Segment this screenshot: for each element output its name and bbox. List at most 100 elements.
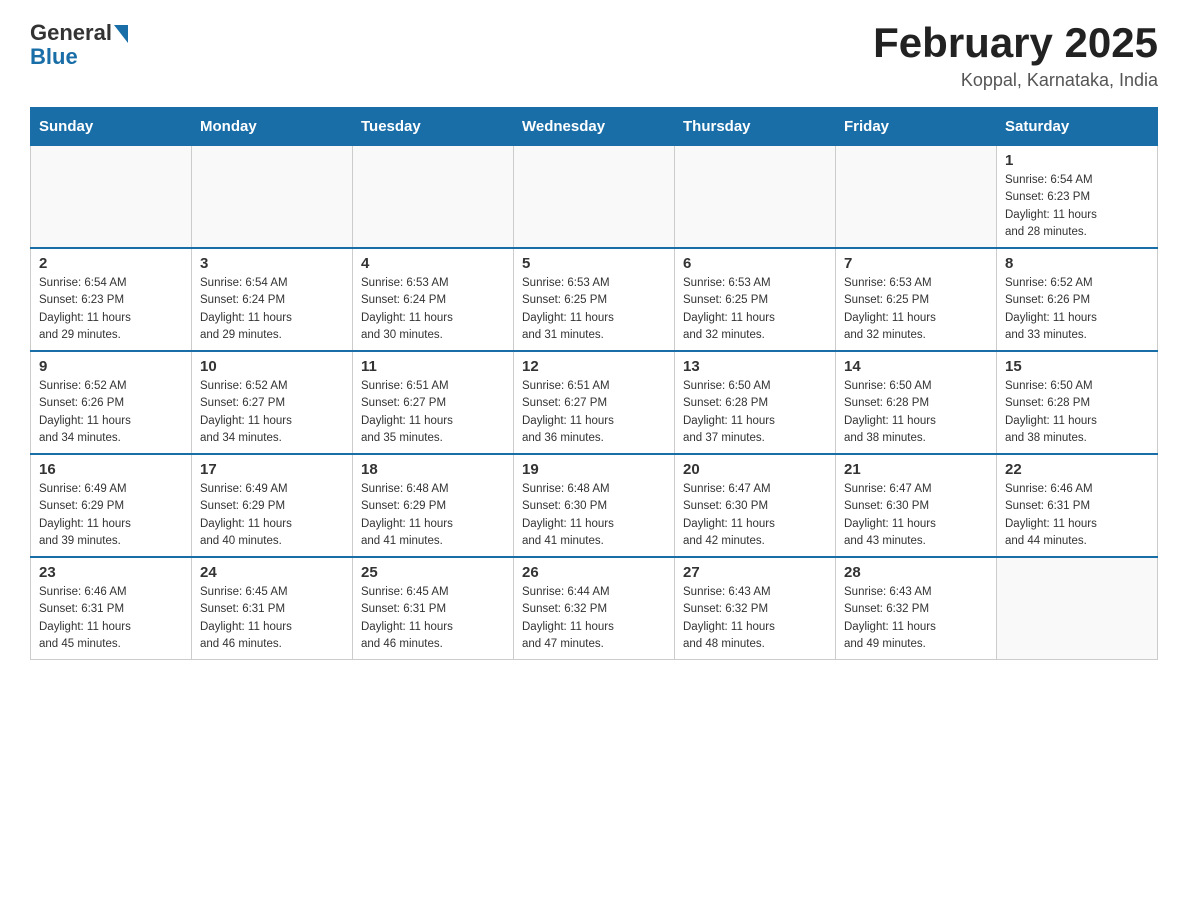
day-cell [514,146,675,249]
week-row-2: 2 Sunrise: 6:54 AM Sunset: 6:23 PM Daylig… [31,248,1158,351]
day-cell [31,146,192,249]
day-number: 20 [683,461,827,478]
day-info: Sunrise: 6:52 AM Sunset: 6:26 PM Dayligh… [39,378,183,447]
day-number: 12 [522,358,666,375]
day-number: 24 [200,564,344,581]
day-info: Sunrise: 6:51 AM Sunset: 6:27 PM Dayligh… [522,378,666,447]
week-row-4: 16Sunrise: 6:49 AM Sunset: 6:29 PM Dayli… [31,454,1158,557]
day-info: Sunrise: 6:46 AM Sunset: 6:31 PM Dayligh… [1005,481,1149,550]
day-number: 7 [844,255,988,272]
day-info: Sunrise: 6:45 AM Sunset: 6:31 PM Dayligh… [361,584,505,653]
day-number: 13 [683,358,827,375]
day-cell: 23Sunrise: 6:46 AM Sunset: 6:31 PM Dayli… [31,557,192,660]
day-info: Sunrise: 6:44 AM Sunset: 6:32 PM Dayligh… [522,584,666,653]
day-cell: 1Sunrise: 6:54 AM Sunset: 6:23 PM Daylig… [997,146,1158,249]
day-cell: 27 Sunrise: 6:43 AM Sunset: 6:32 PM Dayli… [675,557,836,660]
day-info: Sunrise: 6:53 AM Sunset: 6:25 PM Dayligh… [844,275,988,344]
day-info: Sunrise: 6:52 AM Sunset: 6:26 PM Dayligh… [1005,275,1149,344]
day-info: Sunrise: 6:50 AM Sunset: 6:28 PM Dayligh… [683,378,827,447]
logo-arrow-icon [114,25,128,43]
day-info: Sunrise: 6:52 AM Sunset: 6:27 PM Dayligh… [200,378,344,447]
day-cell [353,146,514,249]
day-info: Sunrise: 6:53 AM Sunset: 6:24 PM Dayligh… [361,275,505,344]
day-cell [192,146,353,249]
day-info: Sunrise: 6:54 AM Sunset: 6:24 PM Dayligh… [200,275,344,344]
day-cell: 12 Sunrise: 6:51 AM Sunset: 6:27 PM Dayli… [514,351,675,454]
day-info: Sunrise: 6:45 AM Sunset: 6:31 PM Dayligh… [200,584,344,653]
day-cell: 7 Sunrise: 6:53 AM Sunset: 6:25 PM Daylig… [836,248,997,351]
day-cell: 21 Sunrise: 6:47 AM Sunset: 6:30 PM Dayli… [836,454,997,557]
day-number: 21 [844,461,988,478]
day-info: Sunrise: 6:43 AM Sunset: 6:32 PM Dayligh… [683,584,827,653]
day-number: 2 [39,255,183,272]
day-number: 9 [39,358,183,375]
day-number: 6 [683,255,827,272]
logo: General Blue [30,20,128,70]
calendar-subtitle: Koppal, Karnataka, India [873,70,1158,91]
day-number: 10 [200,358,344,375]
day-info: Sunrise: 6:54 AM Sunset: 6:23 PM Dayligh… [39,275,183,344]
week-row-3: 9 Sunrise: 6:52 AM Sunset: 6:26 PM Daylig… [31,351,1158,454]
day-number: 11 [361,358,505,375]
day-cell: 8 Sunrise: 6:52 AM Sunset: 6:26 PM Daylig… [997,248,1158,351]
day-cell: 2 Sunrise: 6:54 AM Sunset: 6:23 PM Daylig… [31,248,192,351]
day-cell: 25 Sunrise: 6:45 AM Sunset: 6:31 PM Dayli… [353,557,514,660]
logo-blue-text: Blue [30,44,128,70]
day-info: Sunrise: 6:50 AM Sunset: 6:28 PM Dayligh… [1005,378,1149,447]
title-section: February 2025 Koppal, Karnataka, India [873,20,1158,91]
day-header-wednesday: Wednesday [514,108,675,146]
day-number: 15 [1005,358,1149,375]
day-cell: 28 Sunrise: 6:43 AM Sunset: 6:32 PM Dayli… [836,557,997,660]
day-cell: 11 Sunrise: 6:51 AM Sunset: 6:27 PM Dayli… [353,351,514,454]
day-cell: 10 Sunrise: 6:52 AM Sunset: 6:27 PM Dayli… [192,351,353,454]
day-cell: 22Sunrise: 6:46 AM Sunset: 6:31 PM Dayli… [997,454,1158,557]
day-header-thursday: Thursday [675,108,836,146]
day-cell [836,146,997,249]
day-info: Sunrise: 6:51 AM Sunset: 6:27 PM Dayligh… [361,378,505,447]
day-cell: 4 Sunrise: 6:53 AM Sunset: 6:24 PM Daylig… [353,248,514,351]
week-row-1: 1Sunrise: 6:54 AM Sunset: 6:23 PM Daylig… [31,146,1158,249]
day-cell: 13 Sunrise: 6:50 AM Sunset: 6:28 PM Dayli… [675,351,836,454]
day-info: Sunrise: 6:53 AM Sunset: 6:25 PM Dayligh… [522,275,666,344]
day-info: Sunrise: 6:54 AM Sunset: 6:23 PM Dayligh… [1005,172,1149,241]
day-info: Sunrise: 6:50 AM Sunset: 6:28 PM Dayligh… [844,378,988,447]
day-number: 27 [683,564,827,581]
day-cell: 15 Sunrise: 6:50 AM Sunset: 6:28 PM Dayli… [997,351,1158,454]
day-info: Sunrise: 6:53 AM Sunset: 6:25 PM Dayligh… [683,275,827,344]
day-info: Sunrise: 6:47 AM Sunset: 6:30 PM Dayligh… [844,481,988,550]
day-number: 28 [844,564,988,581]
day-number: 18 [361,461,505,478]
day-header-friday: Friday [836,108,997,146]
day-info: Sunrise: 6:49 AM Sunset: 6:29 PM Dayligh… [39,481,183,550]
calendar-table: SundayMondayTuesdayWednesdayThursdayFrid… [30,107,1158,660]
day-cell: 20 Sunrise: 6:47 AM Sunset: 6:30 PM Dayli… [675,454,836,557]
day-info: Sunrise: 6:43 AM Sunset: 6:32 PM Dayligh… [844,584,988,653]
day-cell [675,146,836,249]
day-info: Sunrise: 6:48 AM Sunset: 6:30 PM Dayligh… [522,481,666,550]
day-number: 25 [361,564,505,581]
day-cell: 6 Sunrise: 6:53 AM Sunset: 6:25 PM Daylig… [675,248,836,351]
day-info: Sunrise: 6:47 AM Sunset: 6:30 PM Dayligh… [683,481,827,550]
day-cell: 24 Sunrise: 6:45 AM Sunset: 6:31 PM Dayli… [192,557,353,660]
day-number: 4 [361,255,505,272]
day-info: Sunrise: 6:48 AM Sunset: 6:29 PM Dayligh… [361,481,505,550]
day-header-monday: Monday [192,108,353,146]
week-row-5: 23Sunrise: 6:46 AM Sunset: 6:31 PM Dayli… [31,557,1158,660]
page-header: General Blue February 2025 Koppal, Karna… [30,20,1158,91]
day-number: 26 [522,564,666,581]
day-cell: 18 Sunrise: 6:48 AM Sunset: 6:29 PM Dayli… [353,454,514,557]
day-cell [997,557,1158,660]
logo-general-text: General [30,20,112,46]
day-number: 8 [1005,255,1149,272]
day-info: Sunrise: 6:49 AM Sunset: 6:29 PM Dayligh… [200,481,344,550]
day-cell: 16Sunrise: 6:49 AM Sunset: 6:29 PM Dayli… [31,454,192,557]
day-cell: 9 Sunrise: 6:52 AM Sunset: 6:26 PM Daylig… [31,351,192,454]
calendar-title: February 2025 [873,20,1158,66]
day-cell: 5Sunrise: 6:53 AM Sunset: 6:25 PM Daylig… [514,248,675,351]
day-header-saturday: Saturday [997,108,1158,146]
day-number: 14 [844,358,988,375]
day-cell: 19Sunrise: 6:48 AM Sunset: 6:30 PM Dayli… [514,454,675,557]
day-cell: 17Sunrise: 6:49 AM Sunset: 6:29 PM Dayli… [192,454,353,557]
day-cell: 3 Sunrise: 6:54 AM Sunset: 6:24 PM Daylig… [192,248,353,351]
day-number: 3 [200,255,344,272]
